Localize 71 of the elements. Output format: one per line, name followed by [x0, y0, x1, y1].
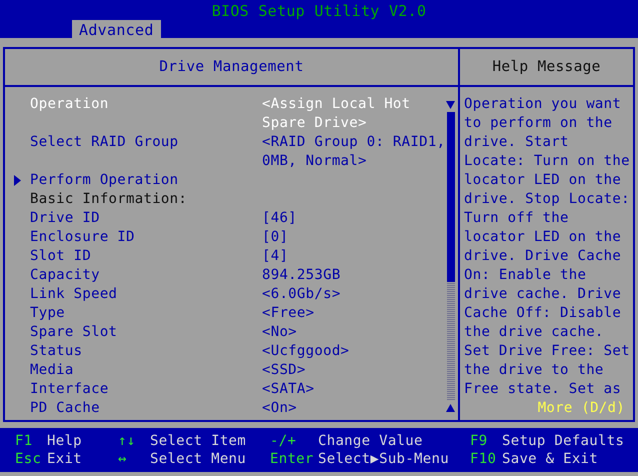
shortcut-action: Help: [47, 432, 82, 450]
setting-value: <6.0Gb/s>: [262, 285, 341, 304]
setting-value: <RAID Group 0: RAID1,: [262, 133, 446, 152]
shortcut-key: ↔: [118, 450, 142, 468]
shortcut-action: Exit: [47, 450, 82, 468]
help-text: Locate: Turn on the: [464, 152, 631, 171]
setting-label[interactable]: Drive ID: [30, 209, 262, 228]
help-text: Free state. Set as: [464, 380, 622, 399]
help-text: Set Drive Free: Set: [464, 342, 631, 361]
window-title: BIOS Setup Utility V2.0: [210, 1, 428, 20]
shortcut-key: ↑↓: [118, 432, 142, 450]
setting-value: <On>: [262, 399, 297, 418]
shortcut-action: Select▶Sub-Menu: [318, 450, 449, 468]
setting-value: [4]: [262, 247, 288, 266]
scrollbar-track[interactable]: [446, 112, 454, 401]
help-text: the drive to the: [464, 361, 605, 380]
shortcut-key: Esc: [15, 450, 39, 468]
help-text: drive cache. Drive: [464, 285, 622, 304]
setting-label[interactable]: Type: [30, 304, 262, 323]
setting-label[interactable]: Select RAID Group: [30, 133, 262, 171]
setting-value: <Ucfggood>: [262, 342, 350, 361]
setting-label[interactable]: Capacity: [30, 266, 262, 285]
more-hint: More (D/d): [538, 399, 625, 418]
shortcut-action: Change Value: [318, 432, 423, 450]
help-text: On: Enable the: [464, 266, 588, 285]
shortcut-key: F9: [470, 432, 494, 450]
panel-title: Drive Management: [159, 59, 304, 75]
help-text: locator LED on the: [464, 171, 622, 190]
setting-label[interactable]: Operation: [30, 95, 262, 133]
setting-value: <No>: [262, 323, 297, 342]
help-text: Cache Off: Disable: [464, 304, 622, 323]
setting-label[interactable]: PD Cache: [30, 399, 262, 418]
setting-label[interactable]: Spare Slot: [30, 323, 262, 342]
help-text: locator LED on the: [464, 228, 622, 247]
setting-label[interactable]: Link Speed: [30, 285, 262, 304]
setting-label[interactable]: Slot ID: [30, 247, 262, 266]
setting-value: 0MB, Normal>: [262, 152, 368, 171]
setting-value: <SATA>: [262, 380, 314, 399]
setting-value: [46]: [262, 209, 297, 228]
help-text: the drive cache.: [464, 323, 605, 342]
section-heading: Basic Information:: [30, 190, 188, 209]
setting-value: <Assign Local Hot: [262, 95, 410, 114]
help-text: drive. Drive Cache: [464, 247, 622, 266]
help-title: Help Message: [492, 59, 601, 75]
shortcut-action: Select Menu: [150, 450, 246, 468]
submenu-item[interactable]: Perform Operation: [30, 171, 262, 190]
help-text: drive. Stop Locate:: [464, 190, 631, 209]
menu-tab[interactable]: Advanced: [72, 20, 161, 39]
shortcut-action: Save & Exit: [502, 450, 598, 468]
help-text: to perform on the: [464, 114, 614, 133]
setting-label[interactable]: Status: [30, 342, 262, 361]
shortcut-action: Setup Defaults: [502, 432, 624, 450]
submenu-arrow-icon: [14, 175, 21, 186]
setting-value: 894.253GB: [262, 266, 341, 285]
scroll-down-arrow-icon[interactable]: [446, 101, 455, 109]
setting-value: <SSD>: [262, 361, 306, 380]
shortcut-action: Select Item: [150, 432, 246, 450]
scrollbar-thumb[interactable]: [446, 112, 454, 282]
setting-value: Spare Drive>: [262, 114, 368, 133]
setting-label[interactable]: Enclosure ID: [30, 228, 262, 247]
setting-label[interactable]: Interface: [30, 380, 262, 399]
setting-value: [0]: [262, 228, 288, 247]
help-text: Turn off the: [464, 209, 570, 228]
shortcut-key: F1: [15, 432, 39, 450]
help-text: drive. Start: [464, 133, 570, 152]
setting-value: <Free>: [262, 304, 314, 323]
shortcut-key: -/+: [270, 432, 310, 450]
shortcut-key: F10: [470, 450, 494, 468]
scroll-up-arrow-icon[interactable]: [446, 404, 455, 412]
help-text: Operation you want: [464, 95, 622, 114]
setting-label[interactable]: Media: [30, 361, 262, 380]
